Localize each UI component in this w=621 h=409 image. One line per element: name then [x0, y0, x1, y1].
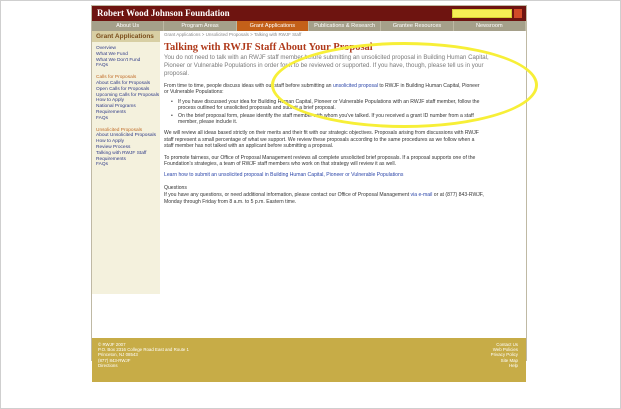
sidebar: Grant Applications Overview What We Fund…	[92, 31, 160, 294]
sidebar-item-faqs-3[interactable]: FAQs	[92, 162, 160, 168]
sidebar-item-faqs[interactable]: FAQs	[92, 63, 160, 69]
nav-publications-research[interactable]: Publications & Research	[309, 21, 382, 31]
website-screenshot: Robert Wood Johnson Foundation About Us …	[92, 6, 538, 382]
nav-program-areas[interactable]: Program Areas	[164, 21, 237, 31]
unsolicited-proposal-link[interactable]: unsolicited proposal	[333, 83, 378, 89]
bullet-1-mid: and submit a	[271, 105, 304, 112]
site-footer: © RWJF 2007 P.O. Box 2316 College Road E…	[92, 338, 526, 382]
search-input[interactable]	[452, 9, 512, 18]
learn-how-link[interactable]: Learn how to submit an unsolicited propo…	[164, 172, 484, 178]
intro-text: You do not need to talk with an RWJF sta…	[164, 54, 489, 77]
main-nav: About Us Program Areas Grant Application…	[92, 21, 526, 31]
footer-link-help[interactable]: Help	[491, 363, 518, 368]
sidebar-item-about-calls[interactable]: About Calls for Proposals	[92, 81, 160, 87]
footer-directions-link[interactable]: Directions	[98, 363, 189, 368]
bullet-list: If you have discussed your idea for Buil…	[164, 99, 484, 126]
paragraph-2: We will review all ideas based strictly …	[164, 130, 479, 150]
paragraph-1-text: From time to time, people discuss ideas …	[164, 83, 333, 89]
questions-text-start: If you have any questions, or need addit…	[164, 192, 411, 199]
nav-grantee-resources[interactable]: Grantee Resources	[381, 21, 454, 31]
footer-address: © RWJF 2007 P.O. Box 2316 College Road E…	[98, 342, 189, 368]
page-title: Talking with RWJF Staff About Your Propo…	[164, 42, 373, 53]
site-header: Robert Wood Johnson Foundation	[92, 6, 526, 21]
paragraph-1: From time to time, people discuss ideas …	[164, 83, 484, 96]
paragraph-3: To promote fairness, our Office of Propo…	[164, 154, 476, 168]
main-content: Grant Applications > Unsolicited Proposa…	[164, 31, 522, 294]
bullet-1-end: .	[334, 105, 336, 112]
nav-about-us[interactable]: About Us	[92, 21, 165, 31]
questions-heading: Questions	[164, 184, 187, 191]
footer-link-privacy[interactable]: Privacy Policy	[491, 352, 518, 357]
bullet-item: If you have discussed your idea for Buil…	[171, 99, 484, 112]
search-button[interactable]	[514, 9, 522, 18]
sidebar-item-faqs-2[interactable]: FAQs	[92, 116, 160, 122]
brief-proposal-link[interactable]: brief proposal	[303, 105, 334, 111]
email-link[interactable]: via e-mail	[411, 192, 433, 198]
breadcrumb[interactable]: Grant Applications > Unsolicited Proposa…	[164, 31, 522, 38]
site-logo[interactable]: Robert Wood Johnson Foundation	[97, 8, 230, 18]
sidebar-title: Grant Applications	[92, 31, 160, 42]
footer-links: Contact Us Web Policies Privacy Policy S…	[491, 342, 518, 368]
bullet-item: On the brief proposal form, please ident…	[171, 113, 484, 126]
unsolicited-proposals-link[interactable]: unsolicited proposals	[224, 105, 272, 111]
nav-grant-applications[interactable]: Grant Applications	[236, 21, 309, 31]
questions-text: If you have any questions, or need addit…	[164, 192, 484, 205]
nav-newsroom[interactable]: Newsroom	[454, 21, 526, 31]
